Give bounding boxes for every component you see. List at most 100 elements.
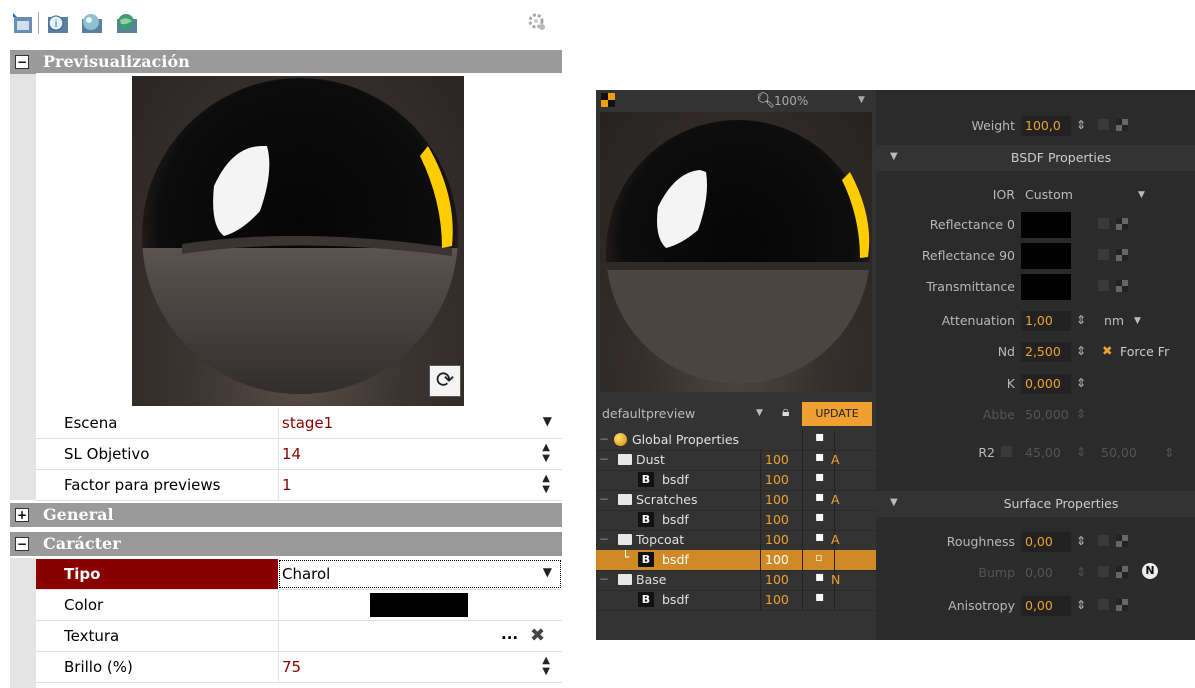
ior-dropdown[interactable]: Custom	[1021, 185, 1141, 205]
spinner-icon[interactable]: ▲ ▼	[542, 442, 550, 464]
map-checkbox[interactable]	[1098, 566, 1109, 577]
surface-properties-header[interactable]: ▼ Surface Properties	[876, 491, 1195, 517]
spinner-icon[interactable]: ▲ ▼	[542, 473, 550, 495]
texture-map-icon[interactable]	[1116, 249, 1128, 261]
texture-map-icon[interactable]	[1116, 280, 1128, 292]
blend-flag[interactable]: A	[831, 452, 840, 467]
property-row-target-sl[interactable]: SL Objetivo 14 ▲ ▼	[36, 439, 562, 470]
property-row-color[interactable]: Color	[36, 590, 562, 621]
lock-icon[interactable]: 🔒︎	[782, 404, 789, 420]
spinner-icon[interactable]: ⇕	[1076, 376, 1086, 390]
layer-weight[interactable]: 100	[765, 472, 789, 487]
clear-texture-icon[interactable]: ✖	[530, 625, 545, 646]
back-icon[interactable]	[10, 11, 32, 33]
texture-map-icon[interactable]	[1116, 218, 1128, 230]
collapse-icon[interactable]: −	[15, 55, 29, 69]
layer-weight[interactable]: 100	[765, 592, 789, 607]
browse-button[interactable]: ...	[501, 625, 518, 643]
reflectance90-swatch[interactable]	[1021, 243, 1071, 269]
visibility-dot[interactable]: ▫	[815, 551, 822, 564]
preview-factor-input[interactable]: 1	[282, 476, 292, 494]
k-input[interactable]: 0,000	[1021, 374, 1071, 394]
nd-input[interactable]: 2,500	[1021, 342, 1071, 362]
collapse-icon[interactable]: −	[599, 432, 609, 446]
tree-row-bsdf[interactable]: B bsdf 100 ▪	[596, 589, 876, 611]
layer-weight[interactable]: 100	[765, 532, 789, 547]
map-checkbox[interactable]	[1098, 535, 1109, 546]
layer-weight[interactable]: 100	[765, 512, 789, 527]
character-section-header[interactable]: − Carácter	[10, 532, 562, 556]
zoom-level[interactable]: 100%	[774, 94, 808, 108]
color-swatch[interactable]	[370, 593, 468, 617]
tree-row-bsdf[interactable]: B bsdf 100 ▪	[596, 469, 876, 491]
property-row-scene[interactable]: Escena stage1 ▼	[36, 408, 562, 439]
map-checkbox[interactable]	[1098, 280, 1109, 291]
spinner-icon[interactable]: ▲ ▼	[542, 655, 550, 677]
property-row-preview-factor[interactable]: Factor para previews 1 ▲ ▼	[36, 470, 562, 501]
chevron-down-icon[interactable]: ▼	[543, 414, 552, 428]
layer-weight[interactable]: 100	[765, 452, 789, 467]
collapse-icon[interactable]: −	[15, 537, 29, 551]
spinner-icon[interactable]: ⇕	[1076, 313, 1086, 327]
blend-flag[interactable]: A	[831, 532, 840, 547]
visibility-dot[interactable]: ▪	[815, 569, 825, 585]
globe-icon[interactable]	[115, 11, 137, 33]
property-row-texture[interactable]: Textura ... ✖	[36, 621, 562, 652]
tree-row-global[interactable]: − Global Properties ▪	[596, 429, 876, 451]
tree-row-topcoat[interactable]: − Topcoat 100 ▪ A	[596, 529, 876, 551]
spinner-icon[interactable]: ⇕	[1076, 534, 1086, 548]
property-row-type[interactable]: Tipo Charol ▼	[36, 559, 562, 590]
map-checkbox[interactable]	[1098, 599, 1109, 610]
preview-section-header[interactable]: − Previsualización	[10, 50, 562, 74]
gear-icon[interactable]	[526, 11, 548, 33]
visibility-dot[interactable]: ▪	[815, 509, 825, 525]
type-dropdown[interactable]: Charol	[282, 565, 330, 583]
checker-bg-icon[interactable]	[601, 93, 615, 107]
weight-input[interactable]: 100,0	[1021, 116, 1071, 136]
r2-checkbox[interactable]	[1001, 446, 1012, 457]
scene-dropdown[interactable]: stage1	[282, 414, 333, 432]
blend-flag[interactable]: A	[831, 492, 840, 507]
tree-row-scratches[interactable]: − Scratches 100 ▪ A	[596, 489, 876, 511]
chevron-down-icon[interactable]: ▼	[543, 565, 552, 579]
brightness-input[interactable]: 75	[282, 658, 301, 676]
tree-row-bsdf-selected[interactable]: └ B bsdf 100 ▫	[596, 550, 876, 571]
texture-map-icon[interactable]	[1116, 599, 1128, 611]
transmittance-swatch[interactable]	[1021, 274, 1071, 300]
expand-icon[interactable]: +	[15, 508, 29, 522]
chevron-down-icon[interactable]: ▼	[1134, 316, 1141, 326]
render-icon[interactable]	[80, 11, 102, 33]
visibility-dot[interactable]: ▪	[815, 429, 825, 445]
refresh-preview-button[interactable]: ⟳	[429, 365, 461, 397]
target-sl-input[interactable]: 14	[282, 445, 301, 463]
tree-row-base[interactable]: − Base 100 ▪ N	[596, 569, 876, 591]
chevron-down-icon[interactable]: ▼	[756, 408, 763, 418]
unit-dropdown[interactable]: nm	[1104, 313, 1124, 328]
force-fresnel-checkbox[interactable]: ✖	[1102, 343, 1112, 358]
map-checkbox[interactable]	[1098, 249, 1109, 260]
spinner-icon[interactable]: ⇕	[1076, 344, 1086, 358]
visibility-dot[interactable]: ▪	[815, 449, 825, 465]
anisotropy-input[interactable]: 0,00	[1021, 596, 1071, 616]
normal-map-icon[interactable]: N	[1142, 563, 1158, 579]
chevron-down-icon[interactable]: ▼	[1138, 190, 1145, 200]
visibility-dot[interactable]: ▪	[815, 529, 825, 545]
property-row-brightness[interactable]: Brillo (%) 75 ▲ ▼	[36, 652, 562, 683]
general-section-header[interactable]: + General	[10, 503, 562, 527]
info-icon[interactable]: i	[46, 11, 68, 33]
collapse-icon[interactable]: −	[599, 492, 609, 506]
map-checkbox[interactable]	[1098, 218, 1109, 229]
texture-map-icon[interactable]	[1116, 119, 1128, 131]
bsdf-properties-header[interactable]: ▼ BSDF Properties	[876, 145, 1195, 171]
collapse-icon[interactable]: −	[599, 532, 609, 546]
blend-flag[interactable]: N	[831, 572, 840, 587]
tree-row-dust[interactable]: − Dust 100 ▪ A	[596, 449, 876, 471]
collapse-icon[interactable]: −	[599, 572, 609, 586]
texture-map-icon[interactable]	[1116, 566, 1128, 578]
zoom-icon[interactable]: 🔍︎	[756, 91, 775, 109]
visibility-dot[interactable]: ▪	[815, 589, 825, 605]
spinner-icon[interactable]: ⇕	[1076, 118, 1086, 132]
update-button[interactable]: UPDATE	[802, 402, 872, 426]
preview-scene-select[interactable]: defaultpreview	[602, 406, 695, 421]
chevron-down-icon[interactable]: ▼	[858, 95, 865, 105]
